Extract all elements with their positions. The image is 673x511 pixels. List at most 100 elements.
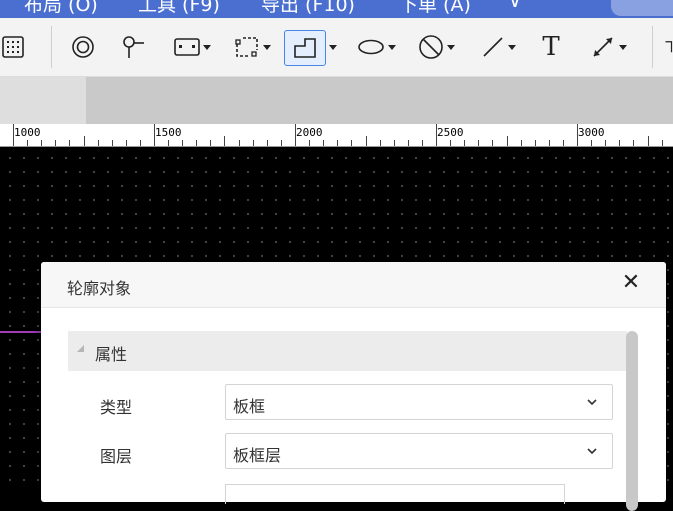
layer-select[interactable]: 板框层 (225, 433, 613, 469)
ruler-tick (478, 140, 479, 146)
ruler-tick (351, 140, 352, 146)
ruler-tick (422, 140, 423, 146)
chevron-down-icon (262, 44, 271, 50)
chevron-down-icon (618, 44, 627, 50)
ruler-tick (281, 140, 282, 146)
ruler-tick (507, 136, 508, 146)
ruler-tick (464, 140, 465, 146)
line-icon[interactable] (474, 30, 522, 64)
chevron-down-icon (587, 399, 597, 406)
dialog-header: 轮廓对象 ✕ (41, 262, 666, 308)
ruler-tick (239, 140, 240, 146)
tab-strip (0, 77, 673, 124)
ruler-tick (492, 140, 493, 146)
horizontal-ruler: 1000 1500 2000 2500 3000 (0, 124, 673, 147)
ruler-tick (323, 140, 324, 146)
ruler-label: 1000 (14, 126, 41, 139)
dialog-scrollbar[interactable] (626, 331, 638, 511)
ruler-tick (98, 140, 99, 146)
chevron-down-icon (446, 44, 455, 50)
measure-icon[interactable] (584, 30, 632, 64)
properties-section-header[interactable]: 属性 (68, 331, 627, 371)
ruler-tick (337, 140, 338, 146)
text-icon[interactable]: T (536, 30, 566, 64)
ruler-tick (13, 124, 14, 146)
dashed-rect-icon[interactable] (228, 30, 276, 64)
grid-icon[interactable] (0, 30, 26, 64)
tab-placeholder[interactable] (0, 77, 86, 124)
close-icon[interactable]: ✕ (619, 272, 643, 296)
ruler-label: 2500 (437, 126, 464, 139)
ruler-tick (69, 140, 70, 146)
no-entry-icon[interactable] (412, 30, 460, 64)
ruler-tick (267, 140, 268, 146)
ruler-tick (535, 140, 536, 146)
target-icon[interactable] (70, 30, 96, 64)
chevron-down-icon (587, 448, 597, 455)
ruler-tick (648, 136, 649, 146)
dialog-title: 轮廓对象 (67, 279, 132, 298)
menu-tools[interactable]: 工具 (F9) (138, 0, 220, 17)
ruler-tick (563, 140, 564, 146)
ruler-tick (27, 140, 28, 146)
type-select-value: 板框 (233, 397, 266, 416)
ruler-tick (577, 124, 578, 146)
type-select[interactable]: 板框 (225, 384, 613, 420)
ruler-tick (366, 136, 367, 146)
ruler-tick (380, 140, 381, 146)
type-label: 类型 (100, 398, 133, 417)
pin-icon[interactable] (120, 30, 146, 64)
ruler-tick (41, 140, 42, 146)
ruler-tick (436, 124, 437, 146)
ruler-tick (140, 140, 141, 146)
chevron-down-icon (507, 44, 516, 50)
ruler-label: 2000 (296, 126, 323, 139)
ruler-tick (605, 140, 606, 146)
ruler-tick (450, 140, 451, 146)
ruler-tick (126, 140, 127, 146)
section-label: 属性 (95, 345, 128, 364)
outline-object-dialog: 轮廓对象 ✕ 属性 类型 板框 图层 板框层 (41, 262, 666, 511)
rect-icon[interactable] (168, 30, 216, 64)
menu-pill-button[interactable] (611, 0, 673, 16)
collapse-triangle-icon (77, 345, 84, 352)
ruler-tick (662, 140, 663, 146)
menu-export[interactable]: 导出 (F10) (261, 0, 355, 17)
ruler-label: 3000 (578, 126, 605, 139)
chevron-down-icon[interactable] (329, 45, 337, 50)
ruler-tick (394, 140, 395, 146)
layer-label: 图层 (100, 447, 133, 466)
ruler-tick (619, 140, 620, 146)
chevron-down-icon (387, 44, 396, 50)
ruler-tick (521, 140, 522, 146)
ruler-label: 1500 (155, 126, 182, 139)
ruler-tick (112, 140, 113, 146)
ruler-tick (224, 136, 225, 146)
ruler-tick (591, 140, 592, 146)
menu-more-chevron[interactable]: ∨ (508, 0, 522, 12)
next-field-input[interactable] (225, 484, 565, 504)
more-tool-icon[interactable] (664, 30, 673, 64)
ruler-tick (253, 140, 254, 146)
ruler-tick (309, 140, 310, 146)
ruler-tick (408, 140, 409, 146)
chevron-down-icon (202, 44, 211, 50)
ruler-tick (196, 140, 197, 146)
ruler-tick (633, 140, 634, 146)
layer-select-value: 板框层 (233, 446, 282, 465)
ruler-tick (55, 140, 56, 146)
menu-layout[interactable]: 布局 (O) (24, 0, 98, 17)
ruler-tick (549, 140, 550, 146)
toolbar-separator (51, 26, 52, 68)
ruler-tick (182, 140, 183, 146)
outline-icon[interactable] (284, 30, 326, 66)
ruler-tick (210, 140, 211, 146)
ellipse-icon[interactable] (352, 30, 400, 64)
ruler-tick (295, 124, 296, 146)
ruler-tick (84, 136, 85, 146)
toolbar: T (0, 18, 673, 77)
ruler-tick (168, 140, 169, 146)
menu-order[interactable]: 下单 (A) (399, 0, 471, 17)
toolbar-separator (652, 26, 653, 68)
board-outline-segment[interactable] (0, 331, 42, 333)
